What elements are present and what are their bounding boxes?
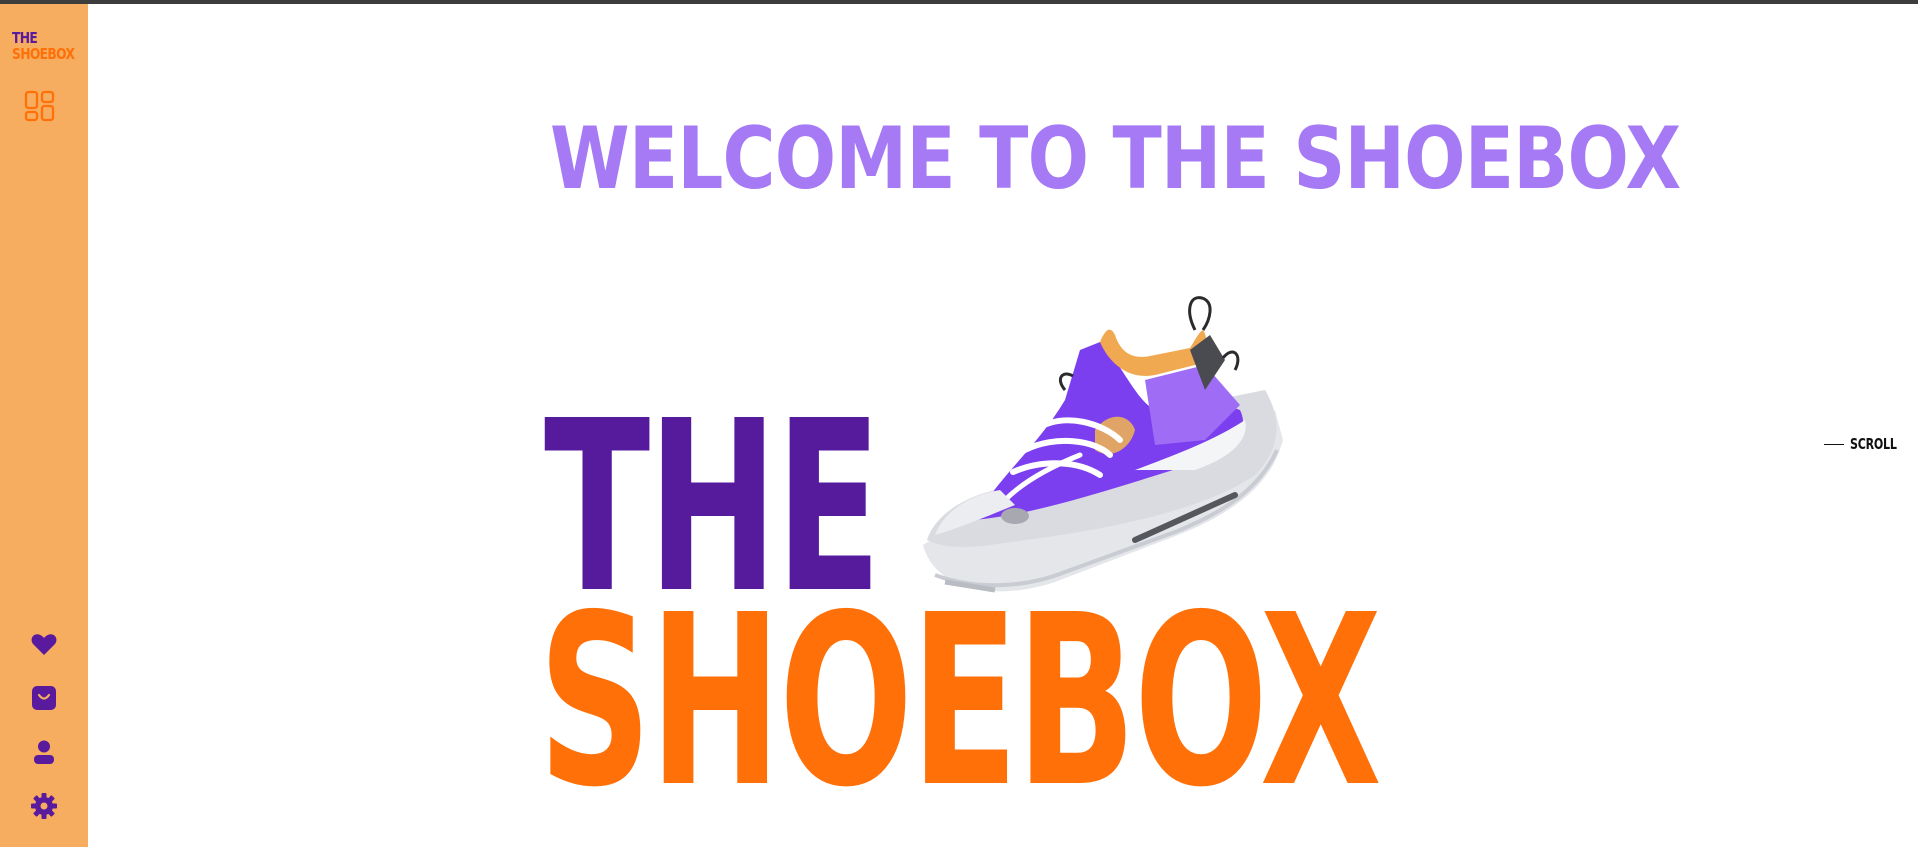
sidebar: THE SHOEBOX <box>0 4 88 847</box>
welcome-heading: WELCOME TO THE SHOEBOX <box>550 109 1681 209</box>
scroll-hint-label: SCROLL <box>1850 435 1897 453</box>
window-top-border <box>0 0 1918 4</box>
user-icon[interactable] <box>30 738 58 766</box>
scroll-hint-line <box>1824 443 1844 445</box>
logo-line-shoebox: SHOEBOX <box>12 45 75 63</box>
heart-icon[interactable] <box>30 630 58 658</box>
brand-word-shoebox: SHOEBOX <box>538 564 1382 839</box>
sidebar-logo[interactable]: THE SHOEBOX <box>12 29 75 63</box>
gear-icon[interactable] <box>30 792 58 820</box>
logo-line-the: THE <box>12 29 38 47</box>
scroll-hint[interactable]: SCROLL <box>1824 434 1907 454</box>
dashboard-icon[interactable] <box>24 90 56 122</box>
shopping-bag-icon[interactable] <box>30 684 58 712</box>
sneaker-illustration <box>923 296 1283 593</box>
